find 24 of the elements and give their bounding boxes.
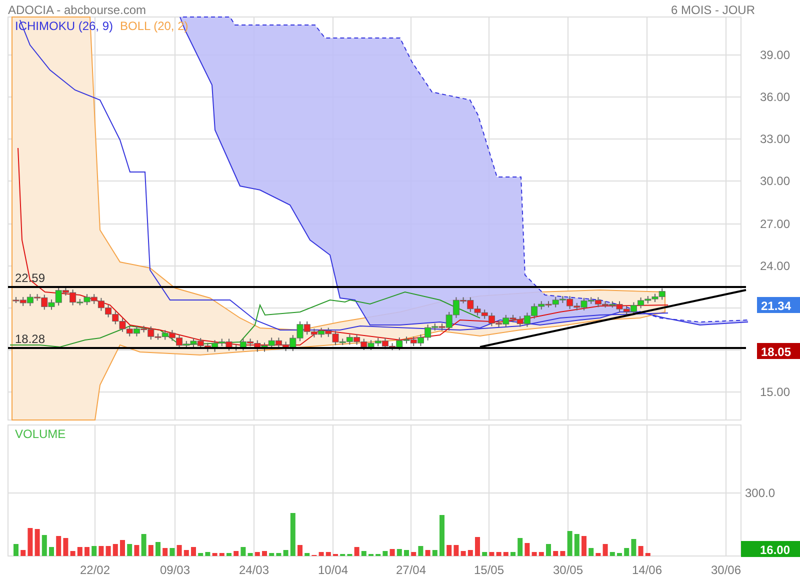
date-label: 24/03 (238, 563, 270, 577)
date-label: 30/06 (710, 563, 742, 577)
volume-badge: 16.00 (741, 541, 800, 557)
period-label: 6 MOIS - JOUR (670, 3, 755, 17)
price-badge: 21.34 (757, 297, 800, 313)
axis-label: 39.00 (760, 48, 790, 62)
date-label: 10/04 (318, 563, 348, 577)
date-label: 14/06 (632, 563, 662, 577)
date-label: 27/04 (396, 563, 426, 577)
price-badge: 18.05 (757, 343, 800, 359)
axis-label: 27.00 (760, 217, 790, 231)
axis-label: 24.00 (760, 259, 790, 273)
date-label: 09/03 (160, 563, 190, 577)
axis-label: 15.00 (760, 385, 790, 399)
axis-label: 33.00 (760, 132, 790, 146)
axis-label: 36.00 (760, 90, 790, 104)
axis-label: 30.00 (760, 174, 790, 188)
axis-label: 300.0 (745, 486, 776, 500)
date-label: 22/02 (80, 563, 110, 577)
chart-title: ADOCIA - abcbourse.com (8, 3, 146, 17)
volume-title: VOLUME (15, 427, 66, 441)
level-label: 18.28 (15, 332, 46, 346)
date-label: 15/05 (474, 563, 504, 577)
date-label: 30/05 (552, 563, 584, 577)
